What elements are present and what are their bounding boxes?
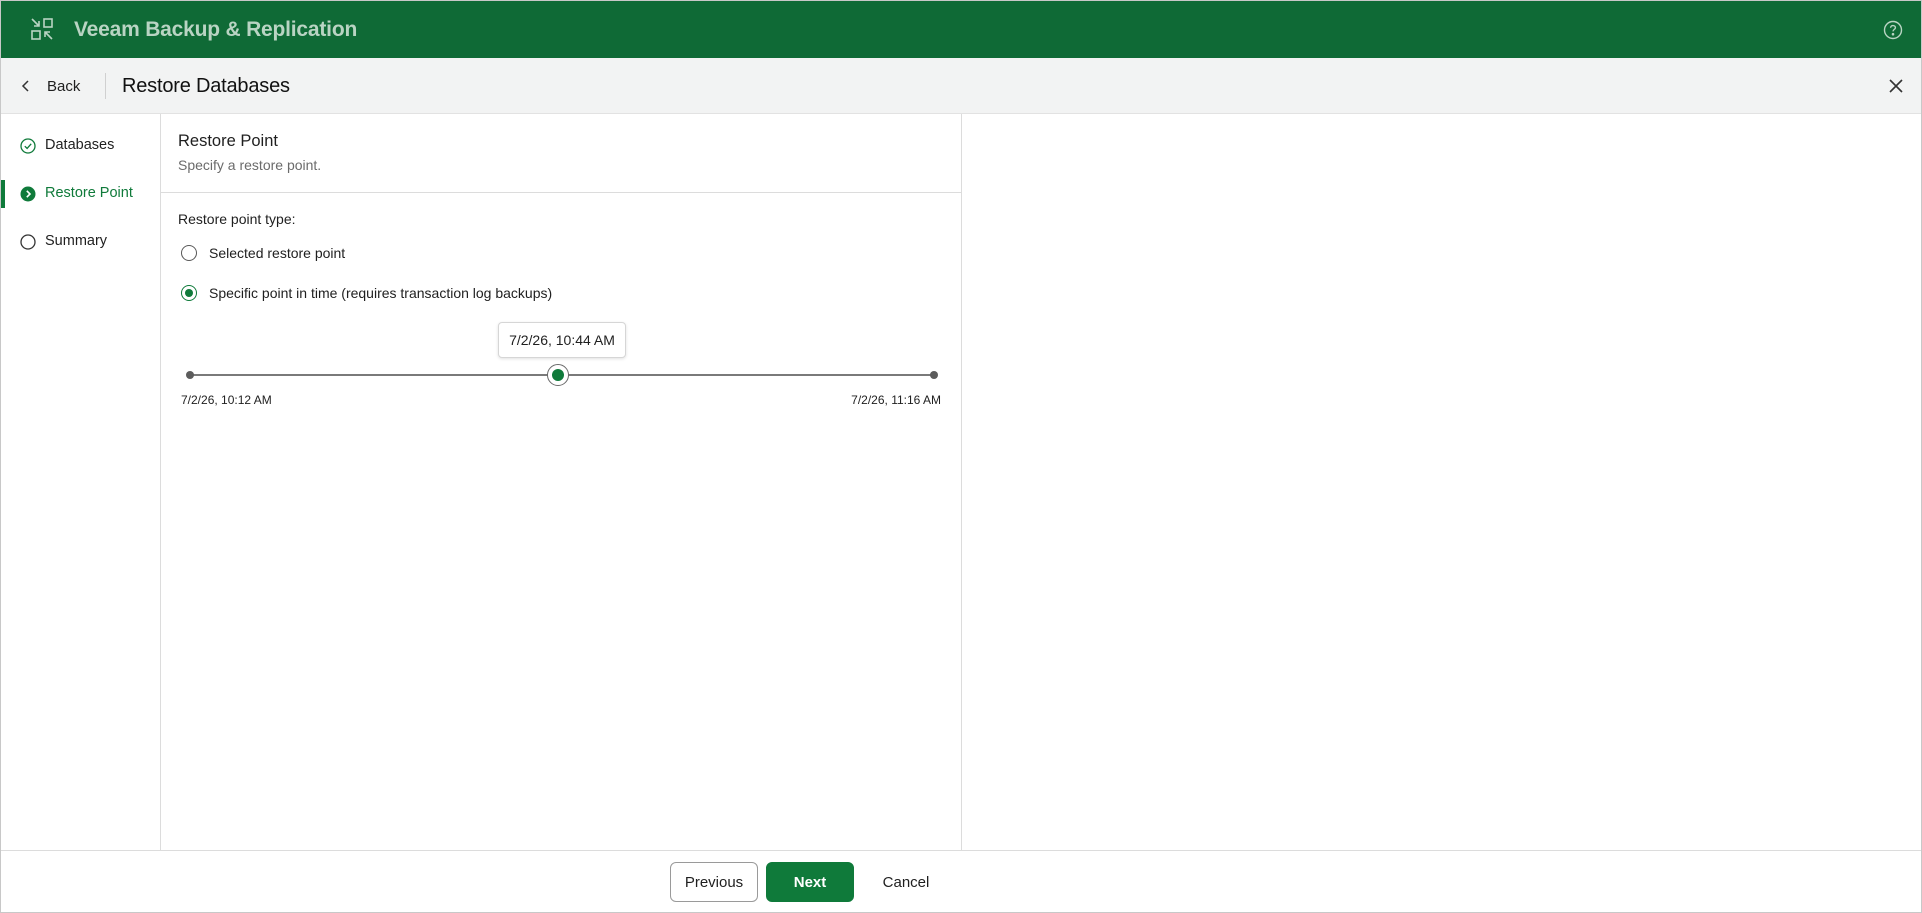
step-restore-point[interactable]: Restore Point	[1, 177, 160, 211]
step-marker	[1, 228, 5, 256]
wizard-header: Back Restore Databases	[1, 58, 1921, 114]
app-title: Veeam Backup & Replication	[74, 18, 358, 41]
slider-start-dot	[186, 371, 194, 379]
section-header: Restore Point Specify a restore point.	[161, 114, 961, 193]
veeam-logo-icon	[31, 18, 53, 40]
restore-point-panel: Restore Point Specify a restore point. R…	[161, 114, 962, 850]
page-title: Restore Databases	[122, 75, 290, 97]
check-circle-icon	[20, 138, 36, 154]
header-divider	[105, 73, 106, 99]
radio-button[interactable]	[181, 245, 197, 261]
section-title: Restore Point	[178, 132, 278, 150]
help-circle-icon[interactable]	[1883, 20, 1903, 40]
radio-button-checked[interactable]	[181, 285, 197, 301]
time-slider-thumb[interactable]	[547, 364, 569, 386]
radio-label: Specific point in time (requires transac…	[209, 285, 553, 301]
slider-start-label: 7/2/26, 10:12 AM	[181, 393, 272, 407]
chevron-right-circle-icon	[20, 186, 36, 202]
close-icon[interactable]	[1887, 77, 1905, 95]
app-header-bar: Veeam Backup & Replication	[1, 1, 1921, 58]
slider-end-dot	[930, 371, 938, 379]
previous-button[interactable]: Previous	[670, 862, 758, 902]
step-summary[interactable]: Summary	[1, 225, 160, 259]
step-active-marker	[1, 180, 5, 208]
section-subtitle: Specify a restore point.	[178, 157, 322, 173]
cancel-button[interactable]: Cancel	[869, 862, 943, 902]
back-button[interactable]: Back	[19, 70, 80, 102]
step-label: Restore Point	[45, 185, 133, 201]
back-label: Back	[47, 77, 81, 95]
radio-specific-point-in-time[interactable]: Specific point in time (requires transac…	[181, 283, 552, 303]
slider-value-tooltip: 7/2/26, 10:44 AM	[498, 322, 626, 358]
slider-end-label: 7/2/26, 11:16 AM	[851, 393, 941, 407]
empty-circle-icon	[20, 234, 36, 250]
restore-wizard-window: Veeam Backup & Replication Back Restore …	[0, 0, 1922, 913]
step-label: Summary	[45, 233, 108, 249]
restore-point-type-label: Restore point type:	[178, 211, 296, 227]
chevron-left-icon	[21, 80, 29, 92]
wizard-steps: Databases Restore Point Summary	[1, 114, 161, 850]
radio-selected-restore-point[interactable]: Selected restore point	[181, 243, 345, 263]
step-label: Databases	[45, 137, 115, 153]
step-marker	[1, 132, 5, 160]
wizard-footer: Previous Next Cancel	[1, 850, 1921, 912]
step-databases[interactable]: Databases	[1, 129, 160, 163]
radio-label: Selected restore point	[209, 245, 346, 261]
next-button[interactable]: Next	[766, 862, 854, 902]
